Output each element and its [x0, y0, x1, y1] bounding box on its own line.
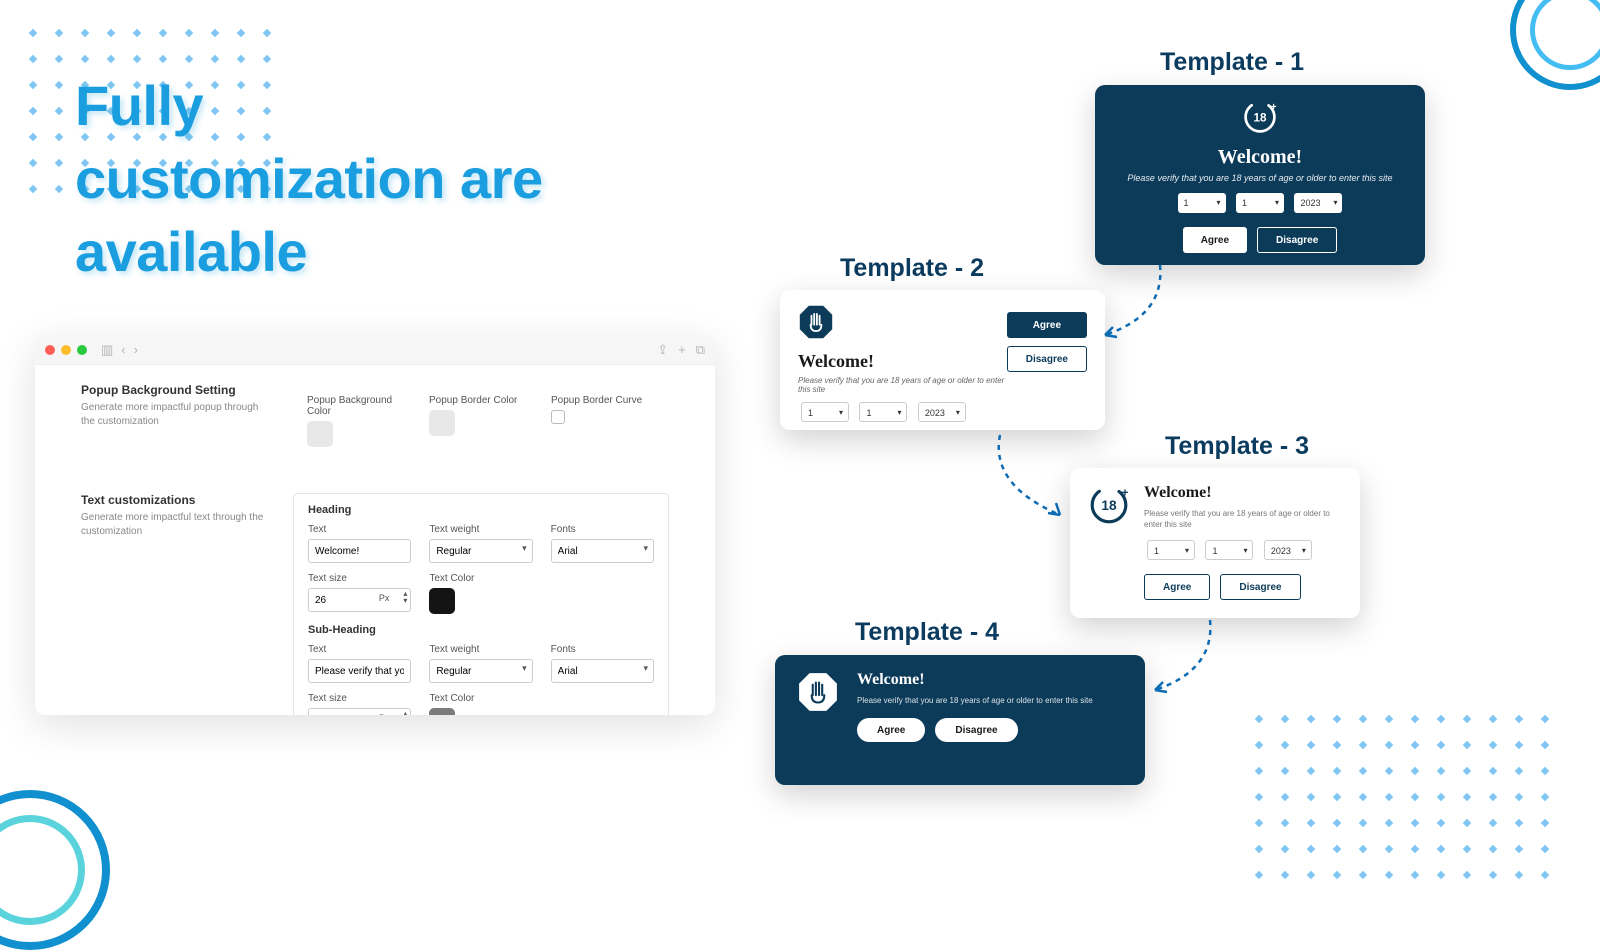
new-tab-icon[interactable]: +: [678, 342, 686, 358]
text-label: Text: [308, 524, 411, 535]
template-4-label: Template - 4: [855, 618, 999, 647]
verify-text: Please verify that you are 18 years of a…: [1115, 173, 1405, 183]
nav-forward-icon[interactable]: ›: [134, 342, 138, 358]
arrow-3-to-4: [1140, 615, 1240, 705]
heading-weight-select[interactable]: [429, 539, 532, 563]
border-color-label: Popup Border Color: [429, 395, 533, 406]
template-4-card: Welcome! Please verify that you are 18 y…: [775, 655, 1145, 785]
sub-color-swatch[interactable]: [429, 708, 455, 715]
welcome-heading: Welcome!: [798, 351, 1007, 372]
window-scrollbar[interactable]: [666, 710, 671, 715]
template-1-card: 18 + Welcome! Please verify that you are…: [1095, 85, 1425, 265]
year-select[interactable]: 2023: [1294, 193, 1342, 213]
section-desc: Generate more impactful popup through th…: [81, 401, 271, 429]
settings-window: ▥ ‹ › ⇪ + ⧉ Popup Background Setting Gen…: [35, 335, 715, 715]
border-curve-label: Popup Border Curve: [551, 395, 655, 406]
disagree-button[interactable]: Disagree: [935, 718, 1017, 742]
weight-label: Text weight: [429, 644, 532, 655]
window-titlebar: ▥ ‹ › ⇪ + ⧉: [35, 335, 715, 365]
sub-size-input[interactable]: [308, 708, 411, 715]
tabs-icon[interactable]: ⧉: [696, 342, 705, 358]
arrow-1-to-2: [1090, 260, 1190, 350]
disagree-button[interactable]: Disagree: [1007, 346, 1087, 372]
nav-back-icon[interactable]: ‹: [121, 342, 125, 358]
section-title: Text customizations: [81, 493, 271, 507]
color-label: Text Color: [429, 573, 532, 584]
headline: Fully customization are available: [75, 70, 543, 288]
stepper-icon[interactable]: ▴▾: [403, 590, 407, 604]
age-18-icon: 18 +: [1242, 99, 1278, 135]
welcome-heading: Welcome!: [857, 671, 1093, 689]
day-select[interactable]: 1: [801, 402, 849, 422]
border-curve-checkbox[interactable]: [551, 410, 565, 424]
heading-size-input[interactable]: [308, 588, 411, 612]
bg-setting-panel: Popup Background Setting Generate more i…: [35, 365, 715, 487]
stop-hand-icon: [797, 671, 839, 713]
size-label: Text size: [308, 693, 411, 704]
disagree-button[interactable]: Disagree: [1257, 227, 1337, 253]
disagree-button[interactable]: Disagree: [1220, 574, 1300, 600]
heading-text-input[interactable]: [308, 539, 411, 563]
decor-dots-bottom-right: [1256, 716, 1550, 880]
bg-color-swatch[interactable]: [307, 421, 333, 447]
stepper-icon[interactable]: ▴▾: [403, 710, 407, 715]
agree-button[interactable]: Agree: [1007, 312, 1087, 338]
bg-color-label: Popup Background Color: [307, 395, 411, 417]
day-select[interactable]: 1: [1178, 193, 1226, 213]
border-color-swatch[interactable]: [429, 410, 455, 436]
svg-text:+: +: [1122, 488, 1129, 500]
size-label: Text size: [308, 573, 411, 584]
close-dot-icon[interactable]: [45, 345, 55, 355]
heading-color-swatch[interactable]: [429, 588, 455, 614]
minimize-dot-icon[interactable]: [61, 345, 71, 355]
headline-line: Fully: [75, 70, 543, 143]
section-title: Popup Background Setting: [81, 383, 271, 397]
weight-label: Text weight: [429, 524, 532, 535]
size-unit: Px: [379, 713, 390, 715]
month-select[interactable]: 1: [859, 402, 907, 422]
template-3-card: 18 + Welcome! Please verify that you are…: [1070, 468, 1360, 618]
subheading-section-title: Sub-Heading: [308, 624, 654, 636]
color-label: Text Color: [429, 693, 532, 704]
age-18-icon: 18 +: [1088, 484, 1130, 526]
year-select[interactable]: 2023: [1264, 540, 1312, 560]
month-select[interactable]: 1: [1236, 193, 1284, 213]
template-2-label: Template - 2: [840, 254, 984, 283]
text-label: Text: [308, 644, 411, 655]
template-3-label: Template - 3: [1165, 432, 1309, 461]
stop-hand-icon: [798, 304, 834, 340]
day-select[interactable]: 1: [1147, 540, 1195, 560]
size-unit: Px: [379, 593, 390, 603]
svg-text:18: 18: [1253, 112, 1267, 125]
sub-weight-select[interactable]: [429, 659, 532, 683]
headline-line: customization are: [75, 143, 543, 216]
maximize-dot-icon[interactable]: [77, 345, 87, 355]
fonts-label: Fonts: [551, 524, 654, 535]
text-customization-panel: Text customizations Generate more impact…: [35, 487, 715, 715]
sub-font-select[interactable]: [551, 659, 654, 683]
agree-button[interactable]: Agree: [1183, 227, 1247, 253]
agree-button[interactable]: Agree: [1144, 574, 1210, 600]
agree-button[interactable]: Agree: [857, 718, 925, 742]
section-desc: Generate more impactful text through the…: [81, 511, 271, 539]
headline-line: available: [75, 216, 543, 289]
year-select[interactable]: 2023: [918, 402, 966, 422]
arrow-2-to-3: [970, 430, 1080, 530]
template-2-card: Welcome! Please verify that you are 18 y…: [780, 290, 1105, 430]
sidebar-toggle-icon[interactable]: ▥: [101, 342, 113, 358]
welcome-heading: Welcome!: [1144, 484, 1342, 502]
month-select[interactable]: 1: [1205, 540, 1253, 560]
share-icon[interactable]: ⇪: [657, 342, 668, 358]
sub-text-input[interactable]: [308, 659, 411, 683]
verify-text: Please verify that you are 18 years of a…: [798, 376, 1007, 394]
heading-section-title: Heading: [308, 504, 654, 516]
verify-text: Please verify that you are 18 years of a…: [857, 695, 1093, 706]
fonts-label: Fonts: [551, 644, 654, 655]
welcome-heading: Welcome!: [1115, 146, 1405, 169]
verify-text: Please verify that you are 18 years of a…: [1144, 508, 1342, 530]
svg-text:18: 18: [1101, 498, 1117, 513]
heading-font-select[interactable]: [551, 539, 654, 563]
template-1-label: Template - 1: [1160, 48, 1304, 77]
svg-text:+: +: [1271, 102, 1277, 113]
